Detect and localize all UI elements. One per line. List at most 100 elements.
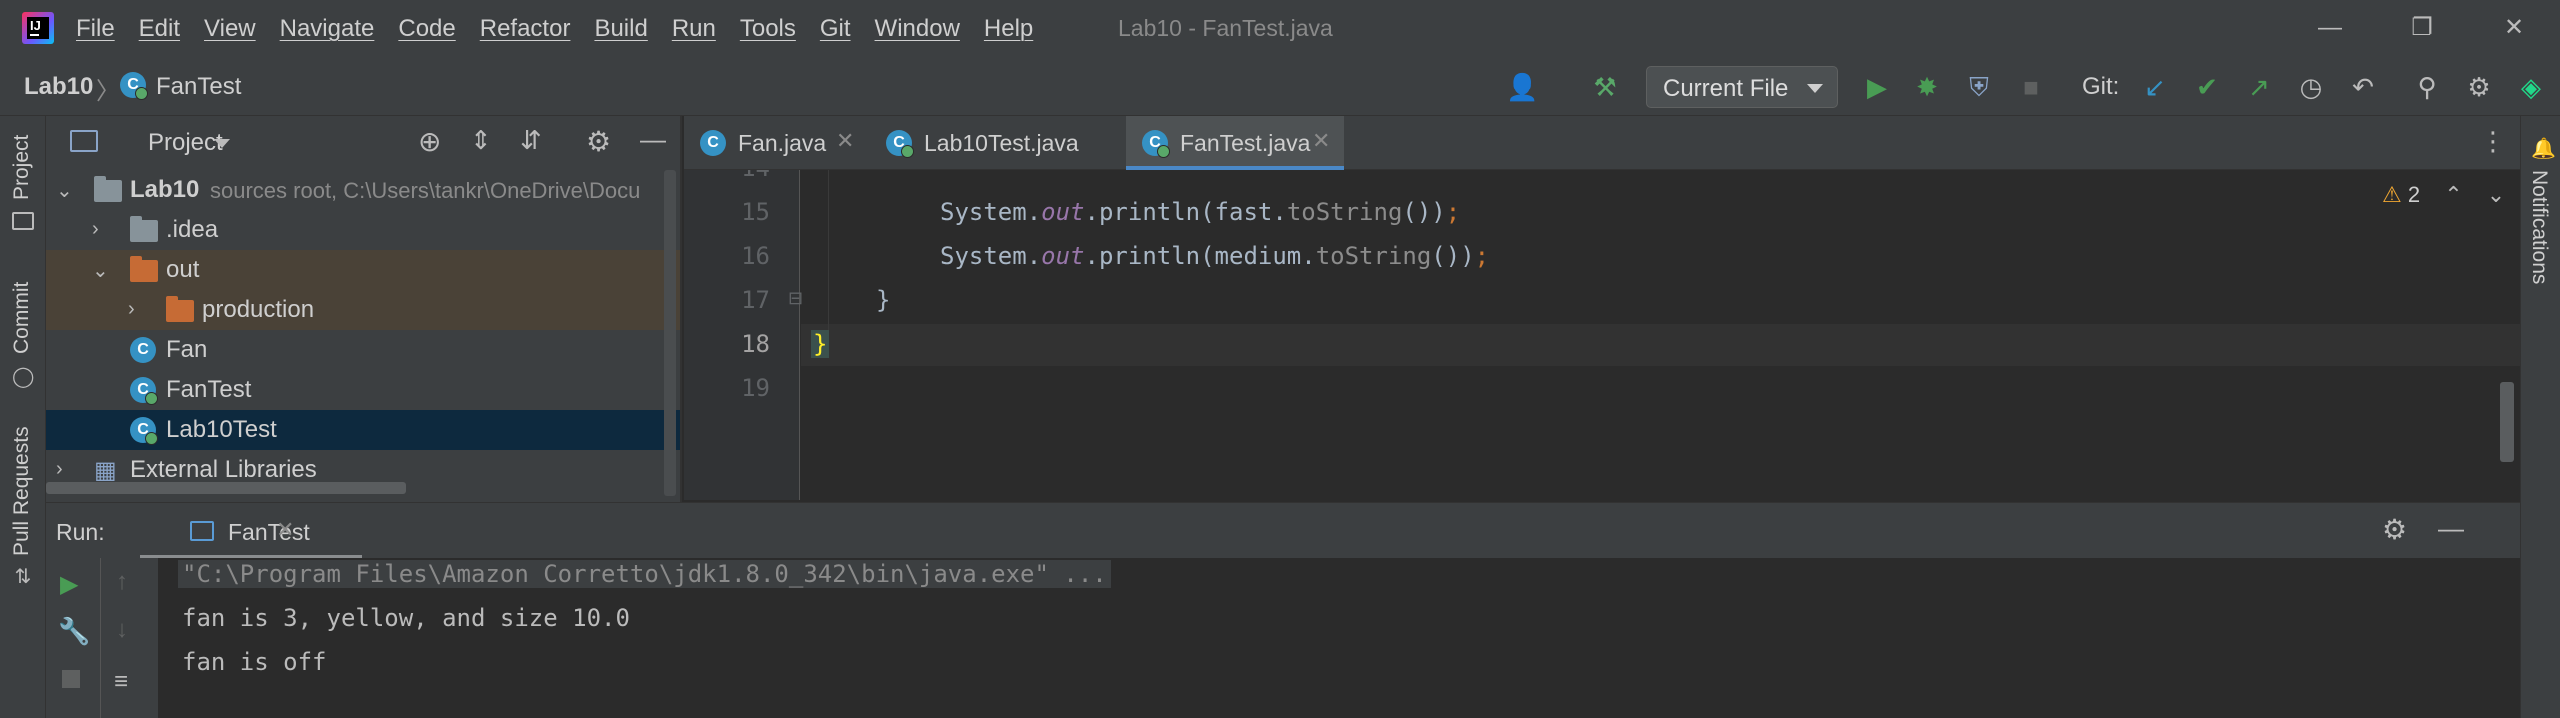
tree-item-production[interactable]: › production: [46, 290, 680, 330]
tab-fantest-java[interactable]: C FanTest.java ✕: [1126, 116, 1344, 170]
tree-item-lab10[interactable]: ⌄ Lab10 sources root, C:\Users\tankr\One…: [46, 170, 680, 210]
run-console[interactable]: "C:\Program Files\Amazon Corretto\jdk1.8…: [158, 558, 2520, 718]
menu-run[interactable]: Run: [672, 15, 716, 43]
code-line-17: }: [876, 286, 891, 314]
next-highlight-icon[interactable]: ⌄: [2487, 182, 2505, 207]
user-account-icon[interactable]: 👤: [1506, 72, 1538, 102]
menu-code[interactable]: Code: [398, 15, 455, 43]
panel-settings-gear-icon[interactable]: ⚙: [586, 125, 611, 158]
debug-icon[interactable]: ✸: [1912, 72, 1942, 102]
menu-build[interactable]: Build: [594, 15, 647, 43]
close-tab-icon[interactable]: ✕: [1312, 128, 1330, 154]
chevron-down-icon[interactable]: [214, 139, 230, 148]
rerun-icon[interactable]: ▶: [60, 570, 78, 599]
left-tool-stripe: Project Commit ◯ Pull Requests ⇅: [0, 116, 46, 718]
previous-highlight-icon[interactable]: ⌃: [2444, 182, 2462, 207]
intellij-logo-icon[interactable]: IJ: [22, 12, 54, 44]
more-options-icon[interactable]: ⋮: [2480, 126, 2506, 157]
down-arrow-icon[interactable]: ↓: [116, 616, 128, 644]
git-label: Git:: [2082, 73, 2120, 100]
git-push-icon[interactable]: ↗: [2244, 72, 2274, 102]
search-icon[interactable]: ⚲: [2412, 72, 2442, 102]
settings-gear-icon[interactable]: ⚙: [2464, 72, 2494, 102]
console-icon: [190, 521, 214, 541]
chevron-down-icon: [1807, 84, 1823, 93]
minimize-icon[interactable]: —: [2316, 14, 2344, 42]
tree-item-fantest[interactable]: C FanTest: [46, 370, 680, 410]
menu-edit[interactable]: Edit: [139, 15, 180, 43]
fold-icon[interactable]: ⊟: [788, 288, 803, 309]
tree-item-fan[interactable]: C Fan: [46, 330, 680, 370]
stop-icon[interactable]: [62, 670, 80, 688]
menu-tools[interactable]: Tools: [740, 15, 796, 43]
git-history-icon[interactable]: ◷: [2296, 72, 2326, 102]
close-icon[interactable]: ✕: [2500, 14, 2528, 42]
breadcrumb-file[interactable]: FanTest: [156, 73, 241, 101]
tree-item-hint: sources root, C:\Users\tankr\OneDrive\Do…: [210, 178, 641, 203]
tab-label: Fan.java: [738, 130, 827, 156]
close-tab-icon[interactable]: ✕: [836, 128, 854, 154]
run-configuration-dropdown[interactable]: Current File: [1646, 66, 1838, 108]
menu-file[interactable]: File: [76, 15, 115, 43]
build-hammer-icon[interactable]: ⚒: [1590, 72, 1620, 102]
run-icon[interactable]: ▶: [1862, 72, 1892, 102]
restore-icon[interactable]: ❐: [2408, 14, 2436, 42]
hide-panel-icon[interactable]: —: [640, 124, 666, 155]
run-tab-label: FanTest: [228, 519, 310, 545]
tool-tab-project[interactable]: Project: [10, 135, 34, 200]
horizontal-scrollbar[interactable]: [46, 482, 406, 494]
tree-item-out[interactable]: ⌄ out: [46, 250, 680, 290]
tree-item-lab10test[interactable]: C Lab10Test: [46, 410, 680, 450]
expand-all-icon[interactable]: ⇕: [470, 125, 492, 156]
menu-refactor[interactable]: Refactor: [480, 15, 571, 43]
chevron-right-icon[interactable]: ›: [92, 218, 99, 241]
code-line-16: System.out.println(medium.toString());: [940, 242, 1490, 270]
tab-fan-java[interactable]: C Fan.java ✕: [684, 116, 870, 170]
git-commit-icon[interactable]: ✔: [2192, 72, 2222, 102]
editor-scrollbar[interactable]: [2500, 382, 2514, 462]
tool-tab-notifications[interactable]: Notifications: [2527, 170, 2551, 284]
menu-navigate[interactable]: Navigate: [280, 15, 375, 43]
locate-crosshair-icon[interactable]: ⊕: [418, 125, 441, 158]
tool-tab-pull-requests[interactable]: Pull Requests: [10, 426, 34, 556]
project-panel-title[interactable]: Project: [148, 129, 223, 157]
chevron-down-icon[interactable]: ⌄: [92, 258, 109, 283]
line-number: 14: [684, 170, 770, 182]
collapse-all-icon[interactable]: ⇵: [520, 125, 542, 156]
chevron-right-icon[interactable]: ›: [128, 298, 135, 321]
menu-git[interactable]: Git: [820, 15, 851, 43]
coverage-icon[interactable]: ⛨: [1964, 72, 1994, 102]
tree-item-idea[interactable]: › .idea: [46, 210, 680, 250]
chevron-right-icon[interactable]: ›: [56, 458, 63, 481]
menu-view[interactable]: View: [204, 15, 256, 43]
hide-run-panel-icon[interactable]: —: [2438, 513, 2464, 544]
stop-icon[interactable]: ■: [2016, 72, 2046, 102]
breadcrumb-project[interactable]: Lab10: [24, 73, 93, 101]
up-arrow-icon[interactable]: ↑: [116, 568, 128, 596]
run-tab-fantest[interactable]: FanTest: [140, 503, 362, 559]
code-editor[interactable]: 14 15 16 17 18 19 ⊟ System.out.println(f…: [684, 170, 2520, 500]
jetbrains-ai-icon[interactable]: ◈: [2516, 72, 2546, 102]
soft-wrap-icon[interactable]: ≡: [114, 668, 128, 696]
caret-line-highlight: [801, 324, 2520, 366]
menu-help[interactable]: Help: [984, 15, 1033, 43]
chevron-down-icon[interactable]: ⌄: [56, 178, 73, 203]
tree-item-label: Lab10: [130, 176, 200, 203]
test-class-icon: C: [120, 72, 148, 100]
inspection-widget[interactable]: ⚠ 2 ⌃ ⌄: [2382, 182, 2505, 208]
vertical-scrollbar[interactable]: [664, 170, 676, 496]
code-line-15: System.out.println(fast.toString());: [940, 198, 1461, 226]
git-update-icon[interactable]: ↙: [2140, 72, 2170, 102]
close-run-tab-icon[interactable]: ✕: [276, 517, 294, 543]
class-icon: C: [130, 337, 156, 363]
tree-item-label: Fan: [166, 336, 208, 363]
commit-icon: ◯: [12, 366, 35, 388]
run-settings-gear-icon[interactable]: ⚙: [2382, 513, 2407, 546]
indent-guide: [828, 170, 829, 330]
rollback-icon[interactable]: ↶: [2348, 72, 2378, 102]
menu-window[interactable]: Window: [875, 15, 960, 43]
test-class-icon: C: [130, 377, 158, 405]
edit-config-wrench-icon[interactable]: 🔧: [58, 616, 90, 647]
tool-tab-commit[interactable]: Commit: [10, 282, 34, 354]
line-number: 18: [741, 330, 770, 358]
